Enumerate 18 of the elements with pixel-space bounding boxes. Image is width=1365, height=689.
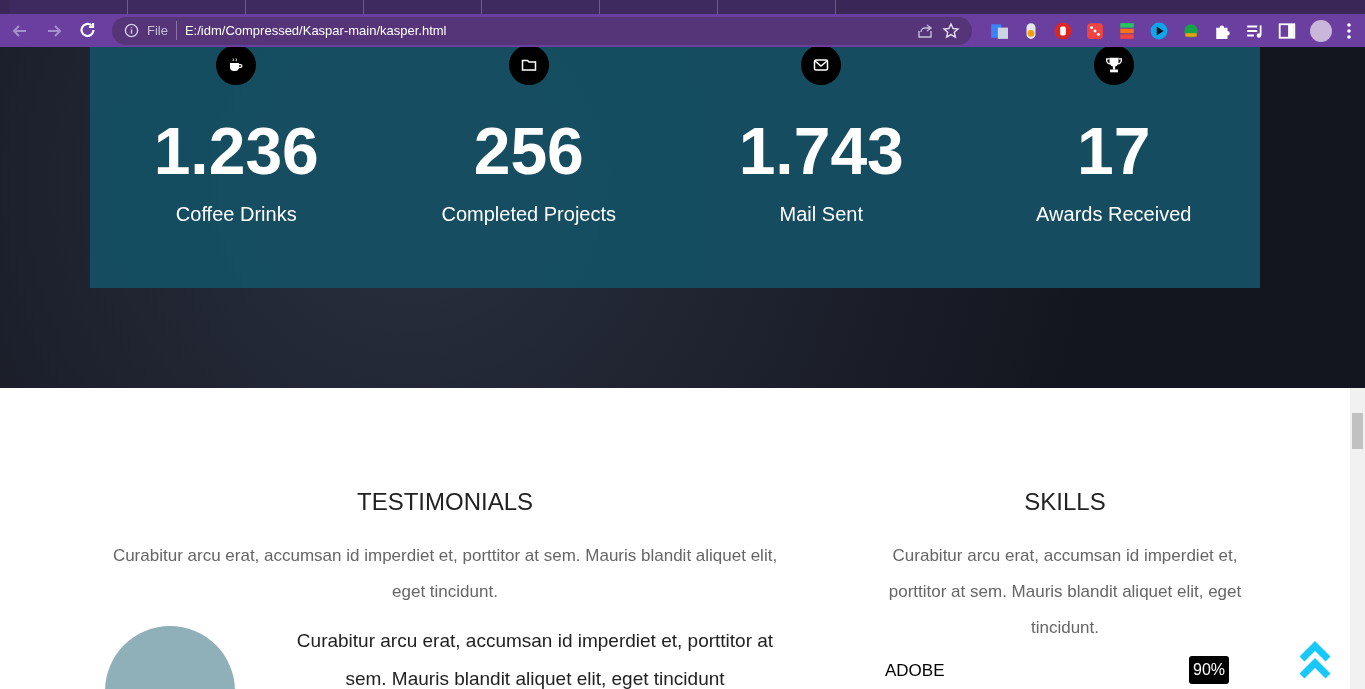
- section-title: TESTIMONIALS: [357, 488, 533, 516]
- section-title: SKILLS: [1024, 488, 1106, 516]
- stat-number: 1.743: [738, 115, 904, 187]
- stat-number: 1.236: [153, 115, 319, 187]
- percentage-tooltip: 90%: [1189, 656, 1229, 684]
- stat-label: Awards Received: [1036, 202, 1192, 227]
- address-bar[interactable]: File E:/idm/Compressed/Kaspar-main/kasper.html: [112, 16, 972, 45]
- site-scheme: File: [147, 20, 177, 41]
- testimonial-quote: Curabitur arcu erat, accumsan id imperdiet et, porttitor at sem. Mauris blandit aliquet elit, eget tincidunt: [295, 629, 775, 689]
- stat-label: Mail Sent: [779, 202, 863, 227]
- skill-name: ADOBE: [885, 661, 945, 680]
- url-text: E:/idm/Compressed/Kaspar-main/kasper.html: [184, 21, 448, 40]
- stat-number: 256: [473, 115, 584, 187]
- stat-label: Coffee Drinks: [175, 202, 297, 227]
- section-intro: Curabitur arcu erat, accumsan id imperdiet et, porttitor at sem. Mauris blandit aliquet elit, eget tincidunt.: [111, 545, 779, 603]
- stat-number: 17: [1077, 115, 1151, 187]
- section-intro: Curabitur arcu erat, accumsan id imperdiet et, porttitor at sem. Mauris blandit aliquet elit, eget tincidunt.: [887, 545, 1243, 639]
- stat-label: Completed Projects: [441, 202, 616, 227]
